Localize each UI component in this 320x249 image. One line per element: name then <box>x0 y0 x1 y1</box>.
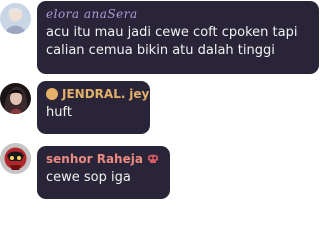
chat-message: elora anaSera acu itu mau jadi cewe coft… <box>0 0 320 80</box>
username[interactable]: senhor Raheja <box>46 152 160 167</box>
user-avatar[interactable] <box>0 83 31 114</box>
message-bubble: elora anaSera acu itu mau jadi cewe coft… <box>37 1 319 74</box>
user-avatar[interactable] <box>0 3 31 34</box>
username-suffix: jey <box>129 87 150 101</box>
username[interactable]: elora anaSera <box>46 7 309 22</box>
chat-message: JENDRAL. jey huft <box>0 80 320 138</box>
username-prefix: JENDRAL. <box>62 87 126 101</box>
message-text: cewe sop iga <box>46 170 131 185</box>
message-bubble: JENDRAL. jey huft <box>37 81 150 134</box>
user-avatar-icon <box>0 3 31 34</box>
user-avatar[interactable] <box>0 143 31 174</box>
skull-icon <box>147 154 158 163</box>
message-bubble: senhor Raheja cewe sop iga <box>37 146 170 199</box>
crown-badge-icon <box>46 88 58 100</box>
chat-message: senhor Raheja cewe sop iga <box>0 140 320 202</box>
user-avatar-icon <box>0 143 31 174</box>
username[interactable]: JENDRAL. jey <box>46 87 149 102</box>
message-text: acu itu mau jadi cewe coft cpoken tapi c… <box>46 25 298 58</box>
user-avatar-icon <box>0 83 31 114</box>
message-text: huft <box>46 105 72 120</box>
username-text: senhor Raheja <box>46 152 143 166</box>
